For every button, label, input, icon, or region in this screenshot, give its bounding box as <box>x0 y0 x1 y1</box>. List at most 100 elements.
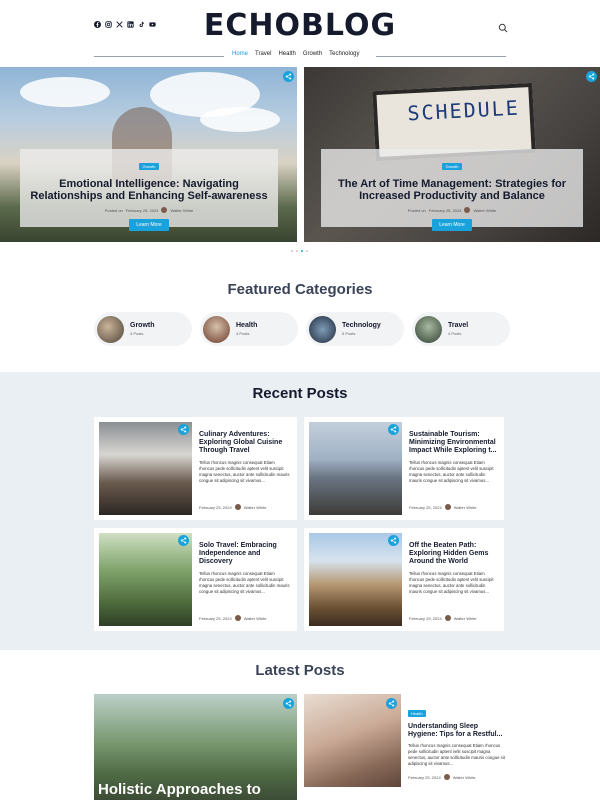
post-thumb[interactable] <box>309 422 402 515</box>
share-icon[interactable] <box>283 71 294 82</box>
category-count: 5 Posts <box>342 331 356 336</box>
cloud-shape <box>200 107 280 132</box>
featured-title: Featured Categories <box>227 281 373 298</box>
category-name: Health <box>236 322 258 329</box>
post-card[interactable]: Culinary Adventures: Exploring Global Cu… <box>94 417 297 520</box>
post-date: February 25, 2024 <box>199 615 232 621</box>
category-growth[interactable]: Growth 4 Posts <box>94 312 192 346</box>
post-excerpt: Tellus rhoncus magnis consequat Etiam rh… <box>408 743 505 766</box>
share-icon[interactable] <box>586 71 597 82</box>
author-avatar <box>444 504 451 510</box>
latest-post-thumb[interactable] <box>304 694 401 787</box>
category-count: 4 Posts <box>130 331 144 336</box>
post-thumb[interactable] <box>309 533 402 626</box>
nav-item-growth[interactable]: Growth <box>303 51 322 57</box>
post-meta: Posted on February 25, 2024 Walter White <box>20 207 278 213</box>
slider-dot-active[interactable] <box>301 250 303 252</box>
search-icon[interactable] <box>498 20 508 33</box>
share-icon[interactable] <box>388 424 399 435</box>
post-author[interactable]: Walter White <box>170 208 193 213</box>
post-thumb[interactable] <box>99 533 192 626</box>
post-title[interactable]: Understanding Sleep Hygiene: Tips for a … <box>408 723 508 739</box>
post-title[interactable]: Off the Beaten Path: Exploring Hidden Ge… <box>409 542 498 566</box>
recent-title: Recent Posts <box>252 385 348 402</box>
slider-dots <box>291 250 308 252</box>
latest-title: Latest Posts <box>255 662 345 679</box>
post-author[interactable]: Walter White <box>244 505 267 510</box>
share-icon[interactable] <box>283 698 294 709</box>
learn-more-button[interactable]: Learn More <box>129 219 169 231</box>
post-card[interactable]: Off the Beaten Path: Exploring Hidden Ge… <box>304 528 504 631</box>
share-icon[interactable] <box>178 424 189 435</box>
nav-item-technology[interactable]: Technology <box>329 51 359 57</box>
post-thumb[interactable] <box>99 422 192 515</box>
slider-dot[interactable] <box>296 250 298 252</box>
post-author[interactable]: Walter White <box>454 616 477 621</box>
recent-posts-grid: Culinary Adventures: Exploring Global Cu… <box>94 417 504 631</box>
post-author[interactable]: Walter White <box>473 208 496 213</box>
slider-dot[interactable] <box>291 250 293 252</box>
nav-divider-left <box>94 56 224 57</box>
post-date: February 25, 2024 <box>428 207 462 213</box>
hero-overlay: Growth The Art of Time Management: Strat… <box>321 149 583 231</box>
author-avatar <box>464 207 471 213</box>
category-list: Growth 4 Posts Health 4 Posts Technology 5 … <box>94 312 510 346</box>
post-meta: February 25, 2024 Walter White <box>408 774 508 780</box>
post-meta: February 25, 2024 Walter White <box>409 504 476 510</box>
latest-feature-card[interactable]: Holistic Approaches to <box>94 694 297 800</box>
main-nav: Home Travel Health Growth Technology <box>232 51 360 57</box>
site-header: ECHOBLOG Home Travel Health Growth Techn… <box>0 0 600 66</box>
post-meta: February 25, 2024 Walter White <box>199 615 266 621</box>
share-icon[interactable] <box>178 535 189 546</box>
post-meta: February 25, 2024 Walter White <box>409 615 476 621</box>
post-excerpt: Tellus rhoncus magnis consequat Etiam rh… <box>409 571 494 594</box>
share-icon[interactable] <box>388 535 399 546</box>
category-name: Travel <box>448 322 469 329</box>
author-avatar <box>443 774 450 780</box>
author-avatar <box>234 504 241 510</box>
hero-slide[interactable]: Growth Emotional Intelligence: Navigatin… <box>0 67 297 242</box>
nav-item-travel[interactable]: Travel <box>255 51 271 57</box>
post-date: February 25, 2024 <box>409 615 442 621</box>
slider-dot[interactable] <box>306 250 308 252</box>
post-date: February 25, 2024 <box>408 774 441 780</box>
category-badge[interactable]: Health <box>408 710 426 717</box>
nav-item-health[interactable]: Health <box>278 51 295 57</box>
post-card[interactable]: Sustainable Tourism: Minimizing Environm… <box>304 417 504 520</box>
post-title[interactable]: Solo Travel: Embracing Independence and … <box>199 542 291 566</box>
category-badge[interactable]: Growth <box>441 163 463 170</box>
share-icon[interactable] <box>386 698 397 709</box>
cloud-shape <box>20 77 110 107</box>
hero-overlay: Growth Emotional Intelligence: Navigatin… <box>20 149 278 231</box>
category-name: Technology <box>342 322 381 329</box>
category-travel[interactable]: Travel 4 Posts <box>412 312 510 346</box>
nav-divider-right <box>376 56 506 57</box>
category-count: 4 Posts <box>236 331 250 336</box>
author-avatar <box>444 615 451 621</box>
hero-title[interactable]: The Art of Time Management: Strategies f… <box>321 178 583 202</box>
post-author[interactable]: Walter White <box>244 616 267 621</box>
category-badge[interactable]: Growth <box>138 163 160 170</box>
post-excerpt: Tellus rhoncus magnis consequat Etiam rh… <box>409 460 494 483</box>
post-title[interactable]: Sustainable Tourism: Minimizing Environm… <box>409 431 498 455</box>
hero-slide[interactable]: SCHEDULE Growth The Art of Time Manageme… <box>304 67 600 242</box>
post-excerpt: Tellus rhoncus magnis consequat Etiam rh… <box>199 460 290 483</box>
post-author[interactable]: Walter White <box>453 775 476 780</box>
category-technology[interactable]: Technology 5 Posts <box>306 312 404 346</box>
category-thumb <box>203 315 230 343</box>
post-card[interactable]: Solo Travel: Embracing Independence and … <box>94 528 297 631</box>
latest-feature-title[interactable]: Holistic Approaches to <box>98 781 261 798</box>
category-count: 4 Posts <box>448 331 462 336</box>
post-author[interactable]: Walter White <box>454 505 477 510</box>
post-title[interactable]: Culinary Adventures: Exploring Global Cu… <box>199 431 291 455</box>
post-date: February 25, 2024 <box>199 504 232 510</box>
category-thumb <box>309 315 336 343</box>
hero-title[interactable]: Emotional Intelligence: Navigating Relat… <box>20 178 278 202</box>
site-logo[interactable]: ECHOBLOG <box>0 8 600 43</box>
posted-label: Posted on <box>407 207 426 213</box>
schedule-photo-text: SCHEDULE <box>406 95 521 126</box>
nav-item-home[interactable]: Home <box>232 51 248 57</box>
latest-post-text: Health Understanding Sleep Hygiene: Tips… <box>408 702 508 780</box>
category-health[interactable]: Health 4 Posts <box>200 312 298 346</box>
learn-more-button[interactable]: Learn More <box>432 219 472 231</box>
